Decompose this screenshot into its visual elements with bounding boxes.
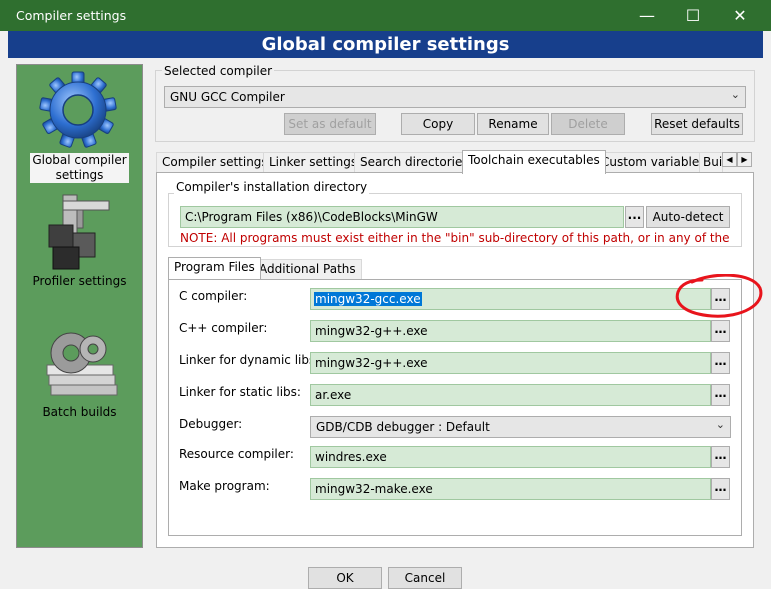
subtab-additional-paths[interactable]: Additional Paths — [253, 259, 362, 280]
sidebar-item-label: Batch builds — [42, 405, 117, 419]
install-dir-note: NOTE: All programs must exist either in … — [180, 231, 730, 245]
set-default-button[interactable]: Set as default — [284, 113, 376, 135]
compiler-select[interactable]: GNU GCC Compiler ⌄ — [164, 86, 746, 108]
subtab-program-files[interactable]: Program Files — [168, 257, 261, 279]
chevron-down-icon: ⌄ — [715, 418, 725, 431]
make-program-label: Make program: — [179, 479, 270, 493]
annotation-circle — [675, 274, 763, 318]
sidebar-item-profiler[interactable]: Profiler settings — [17, 191, 142, 291]
browse-cpp-compiler-button[interactable]: … — [711, 320, 730, 342]
sidebar-item-global-compiler[interactable]: Global compiler settings — [17, 67, 142, 185]
c-compiler-value: mingw32-gcc.exe — [314, 292, 422, 306]
tab-scroll-left-icon[interactable]: ◀ — [722, 152, 737, 167]
tab-scroll-right-icon[interactable]: ▶ — [737, 152, 752, 167]
static-linker-label: Linker for static libs: — [179, 385, 301, 399]
tab-linker-settings[interactable]: Linker settings — [263, 152, 364, 173]
rename-button[interactable]: Rename — [477, 113, 549, 135]
batch-icon — [46, 332, 118, 396]
c-compiler-label: C compiler: — [179, 289, 248, 303]
cpp-compiler-value: mingw32-g++.exe — [315, 324, 428, 338]
auto-detect-button[interactable]: Auto-detect — [646, 206, 730, 228]
compiler-select-value: GNU GCC Compiler — [170, 90, 285, 104]
selected-compiler-label: Selected compiler — [162, 64, 275, 78]
gear-icon — [39, 71, 117, 148]
cpp-compiler-label: C++ compiler: — [179, 321, 268, 335]
ok-button[interactable]: OK — [308, 567, 382, 589]
dynamic-linker-label: Linker for dynamic libs: — [179, 353, 320, 367]
window-title: Compiler settings — [16, 8, 127, 23]
install-dir-input[interactable]: C:\Program Files (x86)\CodeBlocks\MinGW — [180, 206, 624, 228]
c-compiler-input[interactable]: mingw32-gcc.exe — [310, 288, 711, 310]
tab-build-options[interactable]: Bui — [699, 152, 723, 173]
cpp-compiler-input[interactable]: mingw32-g++.exe — [310, 320, 711, 342]
copy-button[interactable]: Copy — [401, 113, 475, 135]
tab-toolchain-executables[interactable]: Toolchain executables — [462, 150, 606, 174]
dynamic-linker-value: mingw32-g++.exe — [315, 356, 428, 370]
maximize-button[interactable]: ☐ — [670, 0, 716, 31]
tab-search-directories[interactable]: Search directories — [354, 152, 475, 173]
reset-defaults-button[interactable]: Reset defaults — [651, 113, 743, 135]
browse-resource-compiler-button[interactable]: … — [711, 446, 730, 468]
make-program-input[interactable]: mingw32-make.exe — [310, 478, 711, 500]
caliper-icon — [48, 194, 110, 270]
install-dir-label: Compiler's installation directory — [174, 180, 370, 194]
browse-static-linker-button[interactable]: … — [711, 384, 730, 406]
resource-compiler-label: Resource compiler: — [179, 447, 294, 461]
cancel-button[interactable]: Cancel — [388, 567, 462, 589]
delete-button[interactable]: Delete — [551, 113, 625, 135]
sidebar-item-label: Profiler settings — [32, 274, 127, 288]
make-program-value: mingw32-make.exe — [315, 482, 433, 496]
tab-compiler-settings[interactable]: Compiler settings — [156, 152, 274, 173]
close-button[interactable]: ✕ — [717, 0, 763, 31]
browse-dynamic-linker-button[interactable]: … — [711, 352, 730, 374]
browse-make-program-button[interactable]: … — [711, 478, 730, 500]
debugger-select[interactable]: GDB/CDB debugger : Default ⌄ — [310, 416, 731, 438]
browse-install-dir-button[interactable]: ... — [625, 206, 644, 228]
chevron-down-icon: ⌄ — [730, 88, 740, 101]
debugger-select-value: GDB/CDB debugger : Default — [316, 420, 490, 434]
resource-compiler-value: windres.exe — [315, 450, 387, 464]
resource-compiler-input[interactable]: windres.exe — [310, 446, 711, 468]
debugger-label: Debugger: — [179, 417, 243, 431]
title-bar: Compiler settings — ☐ ✕ — [0, 0, 771, 31]
dialog-banner: Global compiler settings — [8, 31, 763, 58]
sidebar-item-label: Global compiler — [32, 153, 127, 167]
static-linker-value: ar.exe — [315, 388, 352, 402]
install-dir-value: C:\Program Files (x86)\CodeBlocks\MinGW — [185, 210, 438, 224]
dynamic-linker-input[interactable]: mingw32-g++.exe — [310, 352, 711, 374]
tab-custom-variables[interactable]: Custom variables — [595, 152, 712, 173]
minimize-button[interactable]: — — [624, 0, 670, 31]
settings-sidebar: Global compiler settings Profiler settin… — [16, 64, 143, 548]
static-linker-input[interactable]: ar.exe — [310, 384, 711, 406]
sidebar-item-label: settings — [55, 168, 104, 182]
sidebar-item-batch-builds[interactable]: Batch builds — [17, 323, 142, 423]
